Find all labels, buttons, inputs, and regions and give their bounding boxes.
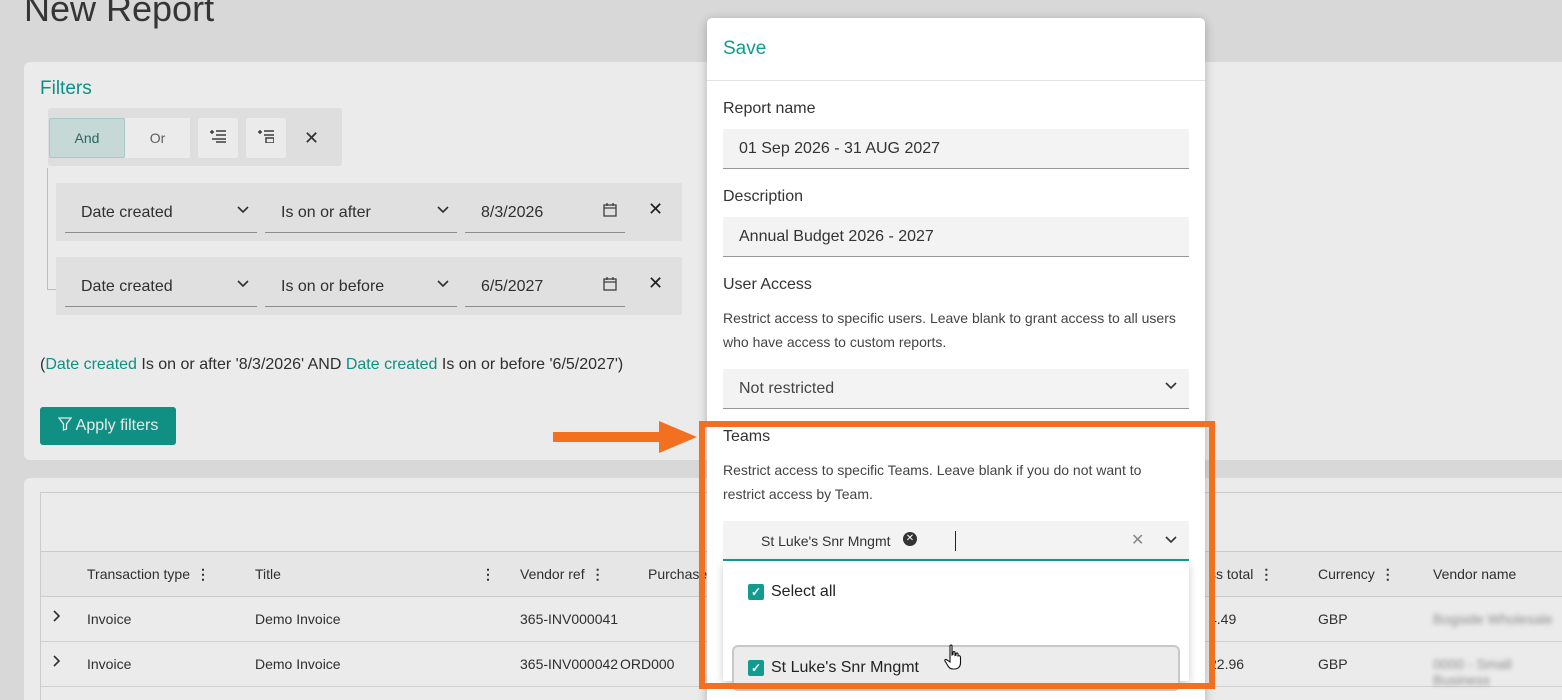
user-access-help: Restrict access to specific users. Leave… <box>723 310 1176 350</box>
user-access-value: Not restricted <box>739 380 835 397</box>
dialog-title: Save <box>723 38 767 59</box>
description-input[interactable]: Annual Budget 2026 - 2027 <box>723 217 1189 257</box>
user-access-label: User Access <box>723 276 812 293</box>
annotation-arrow-shaft <box>553 432 663 442</box>
description-label: Description <box>723 188 804 205</box>
user-access-select[interactable]: Not restricted <box>723 369 1189 409</box>
report-name-label: Report name <box>723 100 816 117</box>
hand-cursor-icon <box>944 644 962 675</box>
report-name-input[interactable]: 01 Sep 2026 - 31 AUG 2027 <box>723 129 1189 169</box>
chevron-down-icon <box>1165 379 1177 393</box>
annotation-arrow-icon <box>659 421 697 453</box>
dialog-header: Save <box>707 18 1205 81</box>
